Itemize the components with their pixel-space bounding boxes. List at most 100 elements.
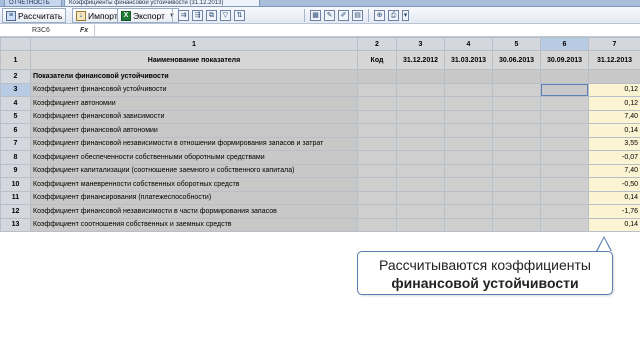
header-cell[interactable]: 31.12.2012: [396, 50, 445, 70]
value-cell[interactable]: 0,14: [588, 123, 640, 138]
grid-cell[interactable]: [492, 109, 541, 124]
indicator-name-cell[interactable]: Коэффициент капитализации (соотношение з…: [30, 163, 358, 178]
row-number[interactable]: 13: [0, 217, 31, 232]
grid-cell[interactable]: [396, 204, 445, 219]
value-cell[interactable]: 0,12: [588, 82, 640, 97]
grid-cell[interactable]: [540, 177, 589, 192]
grid-cell[interactable]: [444, 150, 493, 165]
grid-cell[interactable]: [357, 190, 397, 205]
value-cell[interactable]: 7,40: [588, 163, 640, 178]
row-number[interactable]: 10: [0, 177, 31, 192]
grid-cell[interactable]: [540, 150, 589, 165]
value-cell[interactable]: -0,07: [588, 150, 640, 165]
grid-cell[interactable]: [540, 136, 589, 151]
print-icon[interactable]: ⎙: [388, 10, 399, 21]
tab-financial-stability[interactable]: Коэффициенты финансовой устойчивости (31…: [64, 0, 260, 7]
column-header[interactable]: 3: [396, 37, 445, 51]
grid-cell[interactable]: [492, 150, 541, 165]
value-cell[interactable]: 0,12: [588, 96, 640, 111]
grid-cell[interactable]: [444, 96, 493, 111]
grid-cell[interactable]: [540, 217, 589, 232]
grid-cell[interactable]: [492, 69, 541, 84]
grid-cell[interactable]: [357, 150, 397, 165]
value-cell[interactable]: -1,76: [588, 204, 640, 219]
header-cell[interactable]: Наименование показателя: [30, 50, 358, 70]
grid-cell[interactable]: [357, 96, 397, 111]
grid-corner[interactable]: [0, 37, 31, 51]
grid-cell[interactable]: [540, 204, 589, 219]
grid-cell[interactable]: [492, 163, 541, 178]
grid-cell[interactable]: [357, 163, 397, 178]
column-header[interactable]: 7: [588, 37, 640, 51]
header-cell[interactable]: 31.12.2013: [588, 50, 640, 70]
filter-icon[interactable]: ▽: [220, 10, 231, 21]
column-header[interactable]: 2: [357, 37, 397, 51]
grid-cell[interactable]: [357, 69, 397, 84]
calculator-icon[interactable]: ▤: [352, 10, 363, 21]
grid-cell[interactable]: [444, 82, 493, 97]
grid-cell[interactable]: [357, 123, 397, 138]
grid-cell[interactable]: [540, 96, 589, 111]
grid-cell[interactable]: [588, 69, 640, 84]
value-cell[interactable]: 7,40: [588, 109, 640, 124]
row-number[interactable]: 1: [0, 50, 31, 70]
row-number[interactable]: 4: [0, 96, 31, 111]
grid-cell[interactable]: [357, 177, 397, 192]
formula-input[interactable]: [98, 26, 636, 36]
zoom-icon[interactable]: ⊕: [374, 10, 385, 21]
grid-cell[interactable]: [396, 217, 445, 232]
row-number[interactable]: 9: [0, 163, 31, 178]
grid-cell[interactable]: [444, 163, 493, 178]
row-number[interactable]: 8: [0, 150, 31, 165]
sort-icon[interactable]: ⇅: [234, 10, 245, 21]
grid-cell[interactable]: [357, 217, 397, 232]
header-cell[interactable]: 30.09.2013: [540, 50, 589, 70]
row-number[interactable]: 11: [0, 190, 31, 205]
export-button[interactable]: X Экспорт ▼: [117, 8, 179, 23]
indicator-name-cell[interactable]: Коэффициент маневренности собственных об…: [30, 177, 358, 192]
grid-cell[interactable]: [444, 217, 493, 232]
header-cell[interactable]: Код: [357, 50, 397, 70]
edit-cell-icon[interactable]: ✐: [338, 10, 349, 21]
grid-cell[interactable]: [492, 82, 541, 97]
value-cell[interactable]: 0,14: [588, 217, 640, 232]
copy-icon[interactable]: ⧉: [206, 10, 217, 21]
indicator-name-cell[interactable]: Коэффициент финансовой зависимости: [30, 109, 358, 124]
grid-cell[interactable]: [357, 136, 397, 151]
row-number[interactable]: 2: [0, 69, 31, 84]
indicator-name-cell[interactable]: Коэффициент обеспеченности собственными …: [30, 150, 358, 165]
grid-cell[interactable]: [540, 123, 589, 138]
section-title[interactable]: Показатели финансовой устойчивости: [30, 69, 358, 84]
tab-reporting[interactable]: ОТЧЕТНОСТЬ: [4, 0, 62, 7]
cell-reference[interactable]: R3C6: [4, 26, 64, 36]
delete-row-icon[interactable]: ⇶: [192, 10, 203, 21]
indicator-name-cell[interactable]: Коэффициент финансовой автономии: [30, 123, 358, 138]
grid-cell[interactable]: [492, 217, 541, 232]
column-header[interactable]: 4: [444, 37, 493, 51]
row-number[interactable]: 6: [0, 123, 31, 138]
grid-cell[interactable]: [396, 109, 445, 124]
grid-cell[interactable]: [444, 123, 493, 138]
grid-cell[interactable]: [492, 190, 541, 205]
row-number[interactable]: 3: [0, 82, 31, 97]
grid-cell[interactable]: [492, 204, 541, 219]
grid-cell[interactable]: [444, 136, 493, 151]
grid-cell[interactable]: [357, 82, 397, 97]
row-number[interactable]: 7: [0, 136, 31, 151]
grid-cell[interactable]: [492, 96, 541, 111]
row-number[interactable]: 5: [0, 109, 31, 124]
grid-cell[interactable]: [396, 82, 445, 97]
header-cell[interactable]: 30.06.2013: [492, 50, 541, 70]
indicator-name-cell[interactable]: Коэффициент финансовой независимости в о…: [30, 136, 358, 151]
indicator-name-cell[interactable]: Коэффициент финансирования (платежеспосо…: [30, 190, 358, 205]
grid-cell[interactable]: [396, 163, 445, 178]
grid-cell[interactable]: [492, 136, 541, 151]
grid-cell[interactable]: [396, 136, 445, 151]
indicator-name-cell[interactable]: Коэффициент соотношения собственных и за…: [30, 217, 358, 232]
value-cell[interactable]: 3,55: [588, 136, 640, 151]
grid-cell[interactable]: [396, 150, 445, 165]
grid-cell[interactable]: [396, 96, 445, 111]
more-chevron-icon[interactable]: ▾: [402, 10, 409, 21]
grid-cell[interactable]: [540, 109, 589, 124]
grid-cell[interactable]: [492, 123, 541, 138]
